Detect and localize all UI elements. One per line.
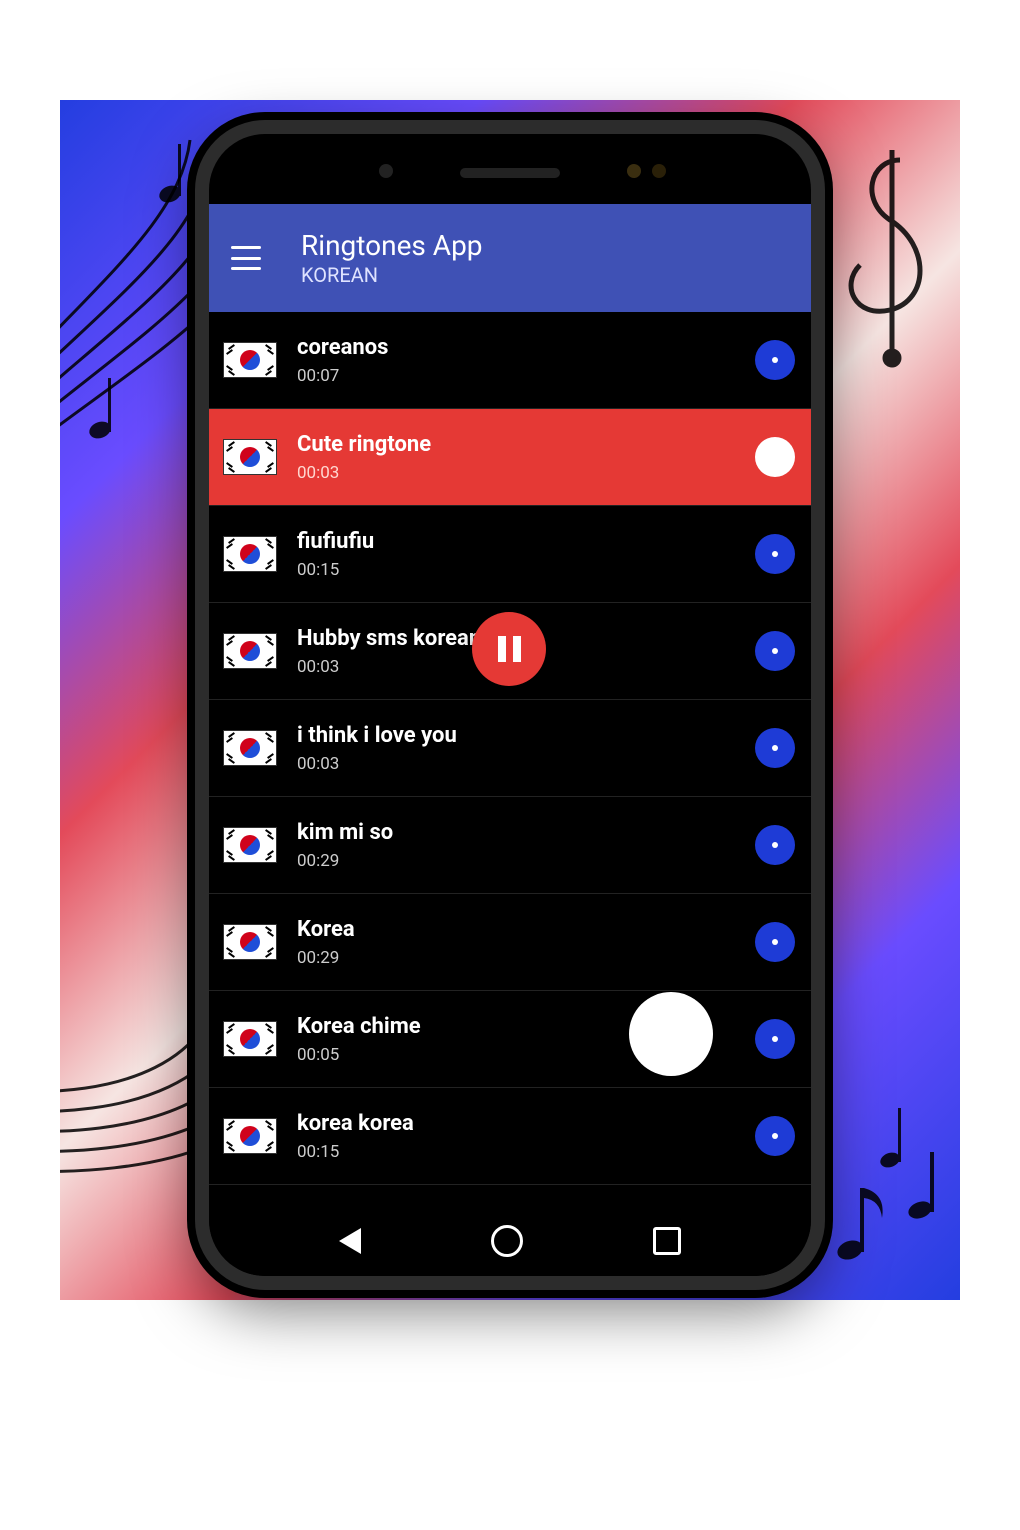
home-icon[interactable] <box>491 1225 523 1257</box>
phone-frame: Ringtones App KOREAN coreanos 00:07 Cute r… <box>195 120 825 1290</box>
ringtone-name: korea korea <box>297 1110 755 1138</box>
ringtone-duration: 00:29 <box>297 948 755 968</box>
korea-flag-icon <box>223 1118 277 1154</box>
ringtone-duration: 00:29 <box>297 851 755 871</box>
ringtone-name: Cute ringtone <box>297 431 755 459</box>
ringtone-name: i think i love you <box>297 722 755 750</box>
touch-ripple <box>629 992 713 1076</box>
korea-flag-icon <box>223 924 277 960</box>
play-button[interactable] <box>755 1116 795 1156</box>
screen: Ringtones App KOREAN coreanos 00:07 Cute r… <box>209 204 811 1206</box>
korea-flag-icon <box>223 827 277 863</box>
list-item[interactable]: Korea 00:29 <box>209 894 811 991</box>
play-button[interactable] <box>755 340 795 380</box>
play-button[interactable] <box>755 922 795 962</box>
app-bar: Ringtones App KOREAN <box>209 204 811 312</box>
play-button[interactable] <box>755 825 795 865</box>
pause-fab[interactable] <box>472 612 546 686</box>
list-item[interactable]: coreanos 00:07 <box>209 312 811 409</box>
ringtone-name: fiufiufiu <box>297 528 755 556</box>
pause-icon <box>498 636 521 662</box>
back-icon[interactable] <box>339 1228 361 1254</box>
ringtone-name: coreanos <box>297 334 755 362</box>
ringtone-name: kim mi so <box>297 819 755 847</box>
phone-top-bezel <box>209 134 811 204</box>
korea-flag-icon <box>223 439 277 475</box>
android-nav-bar <box>209 1206 811 1276</box>
play-button[interactable] <box>755 437 795 477</box>
recent-icon[interactable] <box>653 1227 681 1255</box>
korea-flag-icon <box>223 342 277 378</box>
app-title: Ringtones App <box>301 229 483 263</box>
korea-flag-icon <box>223 633 277 669</box>
ringtone-name: Korea <box>297 916 755 944</box>
app-subtitle: KOREAN <box>301 263 483 287</box>
ringtone-duration: 00:15 <box>297 1142 755 1162</box>
play-button[interactable] <box>755 1019 795 1059</box>
play-button[interactable] <box>755 534 795 574</box>
list-item[interactable]: i think i love you 00:03 <box>209 700 811 797</box>
list-item[interactable]: fiufiufiu 00:15 <box>209 506 811 603</box>
list-item[interactable]: kim mi so 00:29 <box>209 797 811 894</box>
ringtone-duration: 00:07 <box>297 366 755 386</box>
list-item[interactable]: Korea chime00:05 <box>209 991 811 1088</box>
list-item[interactable]: Cute ringtone 00:03 <box>209 409 811 506</box>
ringtone-duration: 00:15 <box>297 560 755 580</box>
play-button[interactable] <box>755 631 795 671</box>
menu-icon[interactable] <box>231 246 261 270</box>
ringtone-duration: 00:03 <box>297 754 755 774</box>
korea-flag-icon <box>223 1021 277 1057</box>
ringtone-list[interactable]: coreanos 00:07 Cute ringtone 00:03 fiufiufiu… <box>209 312 811 1185</box>
play-button[interactable] <box>755 728 795 768</box>
ringtone-duration: 00:03 <box>297 463 755 483</box>
list-item[interactable]: korea korea 00:15 <box>209 1088 811 1185</box>
korea-flag-icon <box>223 730 277 766</box>
korea-flag-icon <box>223 536 277 572</box>
